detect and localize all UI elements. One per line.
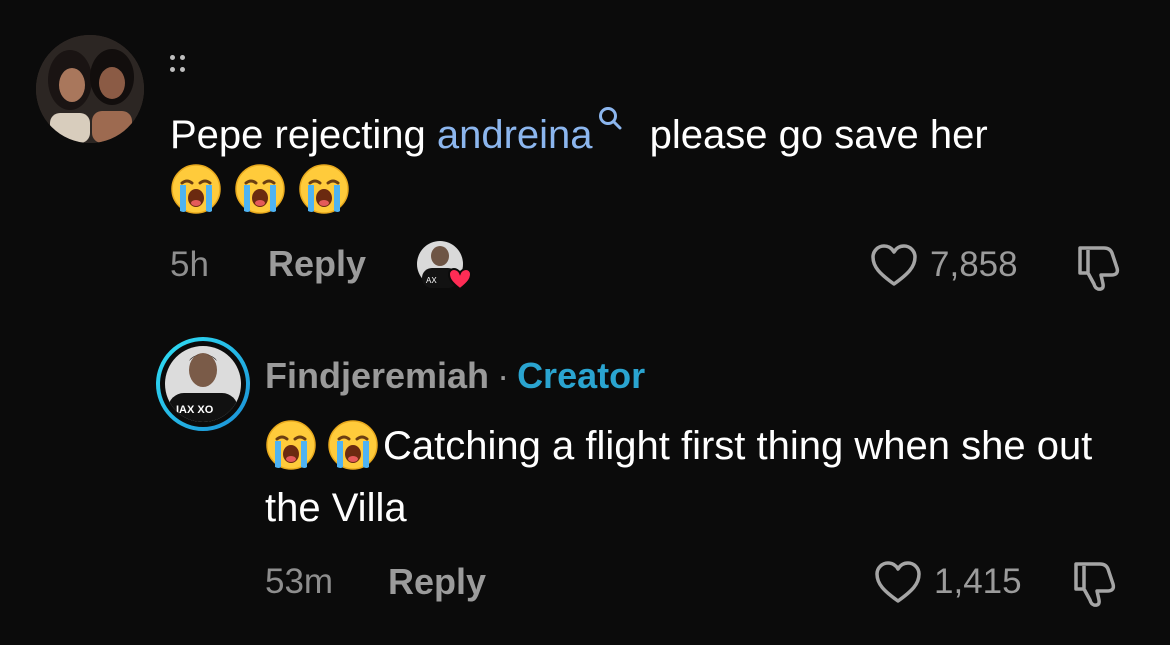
loudly-crying-face-emoji: [234, 163, 286, 215]
like-control[interactable]: 7,858: [870, 243, 1018, 287]
loudly-crying-face-emoji: [265, 419, 317, 471]
loudly-crying-face-emoji: [327, 419, 379, 471]
author-name[interactable]: Findjeremiah: [265, 355, 489, 396]
heart-icon[interactable]: [874, 560, 922, 604]
drag-handle-icon: [168, 52, 190, 76]
like-count: 1,415: [934, 562, 1022, 601]
like-count: 7,858: [930, 245, 1018, 284]
comment-text: Pepe rejecting andreina please go save h…: [170, 104, 1130, 160]
reply-text: Catching a flight first thing when she o…: [265, 415, 1145, 539]
reply-author-line: Findjeremiah · Creator: [265, 355, 645, 397]
commenter-avatar[interactable]: [36, 35, 144, 143]
svg-text:IAX XO: IAX XO: [176, 404, 214, 416]
search-icon[interactable]: [595, 104, 625, 134]
reply-text-body: Catching a flight first thing when she o…: [265, 424, 1093, 530]
dislike-icon[interactable]: [1070, 242, 1122, 292]
dislike-icon[interactable]: [1066, 558, 1118, 608]
creator-badge: Creator: [517, 355, 646, 396]
reply-timestamp: 53m: [265, 562, 334, 601]
creator-avatar[interactable]: IAX XO: [156, 337, 250, 431]
heart-icon[interactable]: [870, 243, 918, 287]
separator-dot: ·: [497, 355, 510, 396]
creator-liked-badge: AX: [416, 240, 473, 291]
svg-text:AX: AX: [426, 276, 437, 285]
loudly-crying-face-emoji: [170, 163, 222, 215]
reply-button[interactable]: Reply: [268, 243, 366, 285]
reply-button[interactable]: Reply: [388, 561, 486, 603]
mention-link[interactable]: andreina: [437, 113, 593, 157]
emoji-row: [170, 163, 350, 215]
comment-text-start: Pepe rejecting: [170, 113, 437, 157]
like-control[interactable]: 1,415: [874, 560, 1022, 604]
comment-text-end: please go save her: [638, 113, 988, 157]
comment-timestamp: 5h: [170, 245, 209, 284]
loudly-crying-face-emoji: [298, 163, 350, 215]
